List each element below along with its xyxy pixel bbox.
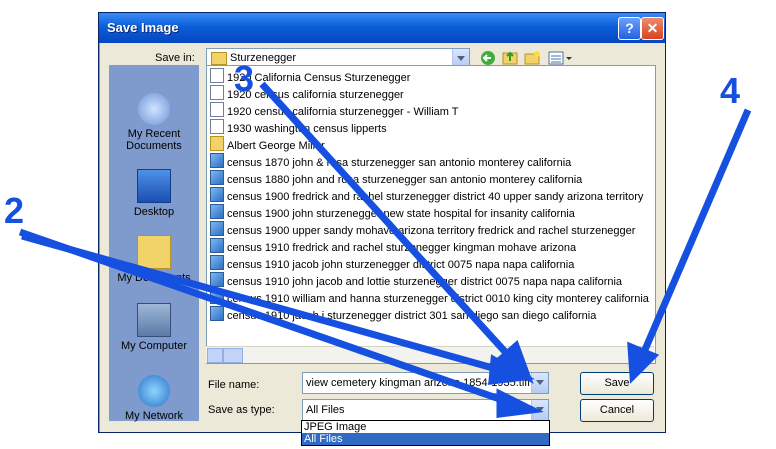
arrow-4-head <box>627 341 660 384</box>
arrow-2-head <box>496 388 544 418</box>
arrow-2-filename <box>21 232 501 374</box>
annotation-arrows <box>18 81 752 418</box>
arrow-4 <box>640 108 752 354</box>
annotation-2: 2 <box>4 190 25 231</box>
annotation-3: 3 <box>234 58 255 99</box>
annotation-4: 4 <box>720 70 741 111</box>
